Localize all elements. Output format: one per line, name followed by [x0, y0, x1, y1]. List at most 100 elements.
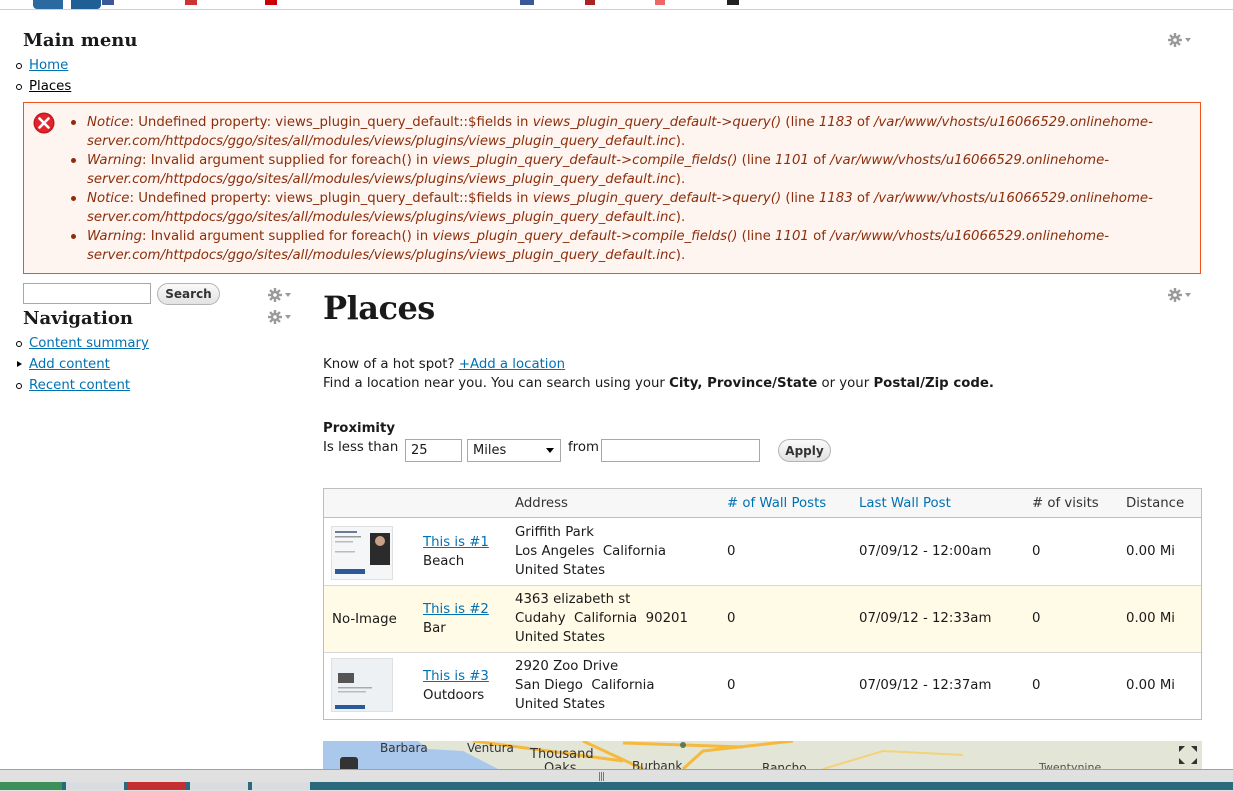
header-last-wall-post[interactable]: Last Wall Post	[859, 494, 951, 513]
main-menu-list: Home Places	[12, 55, 71, 97]
error-item: Warning: Invalid argument supplied for f…	[69, 151, 1172, 189]
map-label: Ventura	[467, 741, 514, 755]
navigation-config-gear-icon[interactable]	[268, 309, 294, 325]
location-from-input[interactable]	[601, 439, 760, 462]
taskbar-button[interactable]	[190, 782, 248, 790]
find-bold-city: City, Province/State	[669, 376, 818, 391]
main-menu-link-places[interactable]: Places	[29, 79, 71, 94]
main-menu-config-gear-icon[interactable]	[1168, 32, 1194, 48]
map-label: Twentynine	[1039, 761, 1102, 769]
error-icon	[33, 112, 55, 134]
place-category: Beach	[423, 554, 465, 569]
hotspot-text: Know of a hot spot?	[323, 357, 459, 372]
error-messages: Notice: Undefined property: views_plugin…	[23, 102, 1201, 274]
thumbnail-image-icon	[332, 659, 392, 711]
map-label: Burbank	[632, 759, 683, 769]
nav-item-add-content: Add content	[12, 354, 149, 375]
from-label: from	[568, 440, 599, 455]
visits-count: 0	[1032, 544, 1041, 559]
address-line-1: Griffith Park	[515, 525, 594, 540]
search-block-config-gear-icon[interactable]	[268, 287, 294, 303]
distance-value: 0.00 Mi	[1126, 611, 1175, 626]
navigation-list: Content summary Add content Recent conte…	[12, 333, 149, 396]
address-line-2: Los Angeles California	[515, 544, 667, 559]
bookmark-icon	[265, 0, 277, 5]
thumbnail-image-icon	[332, 527, 392, 579]
map-label: Rancho	[762, 761, 807, 769]
apply-button[interactable]: Apply	[778, 439, 831, 462]
map-zoom-control-icon[interactable]	[340, 757, 358, 769]
error-item: Warning: Invalid argument supplied for f…	[69, 227, 1172, 265]
taskbar-button[interactable]	[128, 782, 186, 790]
taskbar-button[interactable]	[252, 782, 310, 790]
unit-select[interactable]: Miles	[467, 439, 561, 462]
place-title-link[interactable]: This is #2	[423, 600, 489, 619]
find-text-mid: or your	[817, 376, 874, 391]
hotspot-line: Know of a hot spot? +Add a location	[323, 357, 565, 372]
add-location-link[interactable]: +Add a location	[459, 357, 565, 372]
find-location-line: Find a location near you. You can search…	[323, 376, 994, 391]
wall-posts-count: 0	[727, 611, 736, 626]
table-row: This is #1 Beach Griffith Park Los Angel…	[324, 518, 1201, 586]
main-menu-link-home[interactable]: Home	[29, 58, 68, 73]
address-line-3: United States	[515, 630, 606, 645]
taskbar-button[interactable]	[66, 782, 124, 790]
map-label: Barbara	[380, 741, 428, 755]
fullscreen-icon[interactable]	[1178, 745, 1198, 765]
address-line-3: United States	[515, 697, 606, 712]
search-input[interactable]	[23, 283, 151, 304]
error-item: Notice: Undefined property: views_plugin…	[69, 189, 1172, 227]
last-wall-post: 07/09/12 - 12:33am	[859, 611, 992, 626]
places-map[interactable]: Barbara Ventura Thousand Oaks Burbank Ra…	[323, 741, 1202, 769]
search-button[interactable]: Search	[157, 283, 220, 305]
distance-input[interactable]: 25	[405, 439, 462, 462]
header-distance: Distance	[1126, 496, 1185, 511]
address-line-1: 4363 elizabeth st	[515, 592, 631, 607]
navigation-title: Navigation	[23, 308, 133, 329]
error-item: Notice: Undefined property: views_plugin…	[69, 113, 1172, 151]
main-menu-item-places: Places	[12, 76, 71, 97]
nav-item-content-summary: Content summary	[12, 333, 149, 354]
visits-count: 0	[1032, 678, 1041, 693]
place-title-link[interactable]: This is #1	[423, 533, 489, 552]
proximity-label: Proximity	[323, 421, 396, 436]
scrollbar-grip-icon[interactable]: |||	[598, 772, 605, 782]
main-menu-item-home: Home	[12, 55, 71, 76]
bookmark-icon	[185, 0, 197, 5]
place-thumbnail	[331, 658, 393, 712]
place-thumbnail	[331, 526, 393, 580]
place-category: Bar	[423, 621, 446, 636]
map-label: Oaks	[544, 761, 577, 769]
place-category: Outdoors	[423, 688, 485, 703]
place-title-link[interactable]: This is #3	[423, 667, 489, 686]
content-config-gear-icon[interactable]	[1168, 287, 1194, 303]
taskbar-start-icon[interactable]	[0, 782, 62, 790]
address-line-1: 2920 Zoo Drive	[515, 659, 619, 674]
visits-count: 0	[1032, 611, 1041, 626]
wall-posts-count: 0	[727, 678, 736, 693]
address-line-3: United States	[515, 563, 606, 578]
header-wall-posts[interactable]: # of Wall Posts	[727, 494, 826, 513]
bookmark-icon	[585, 0, 595, 5]
chevron-down-icon	[546, 448, 554, 453]
find-bold-postal: Postal/Zip code.	[873, 376, 994, 391]
last-wall-post: 07/09/12 - 12:00am	[859, 544, 992, 559]
places-table: Address # of Wall Posts Last Wall Post #…	[323, 488, 1202, 720]
find-text: Find a location near you. You can search…	[323, 376, 670, 391]
last-wall-post: 07/09/12 - 12:37am	[859, 678, 992, 693]
page-title: Places	[323, 289, 435, 327]
table-row: No-Image This is #2 Bar 4363 elizabeth s…	[324, 586, 1201, 653]
bookmark-icon	[102, 0, 114, 5]
distance-value: 0.00 Mi	[1126, 544, 1175, 559]
browser-toolbar-strip	[0, 0, 1233, 10]
nav-link-add-content[interactable]: Add content	[29, 357, 110, 372]
header-visits: # of visits	[1032, 496, 1099, 511]
distance-value: 0.00 Mi	[1126, 678, 1175, 693]
address-line-2: Cudahy California 90201	[515, 611, 688, 626]
logo-icon	[33, 0, 101, 9]
wall-posts-count: 0	[727, 544, 736, 559]
nav-link-content-summary[interactable]: Content summary	[29, 336, 149, 351]
nav-link-recent-content[interactable]: Recent content	[29, 378, 130, 393]
header-address: Address	[515, 496, 568, 511]
is-less-than-label: Is less than	[323, 440, 399, 455]
